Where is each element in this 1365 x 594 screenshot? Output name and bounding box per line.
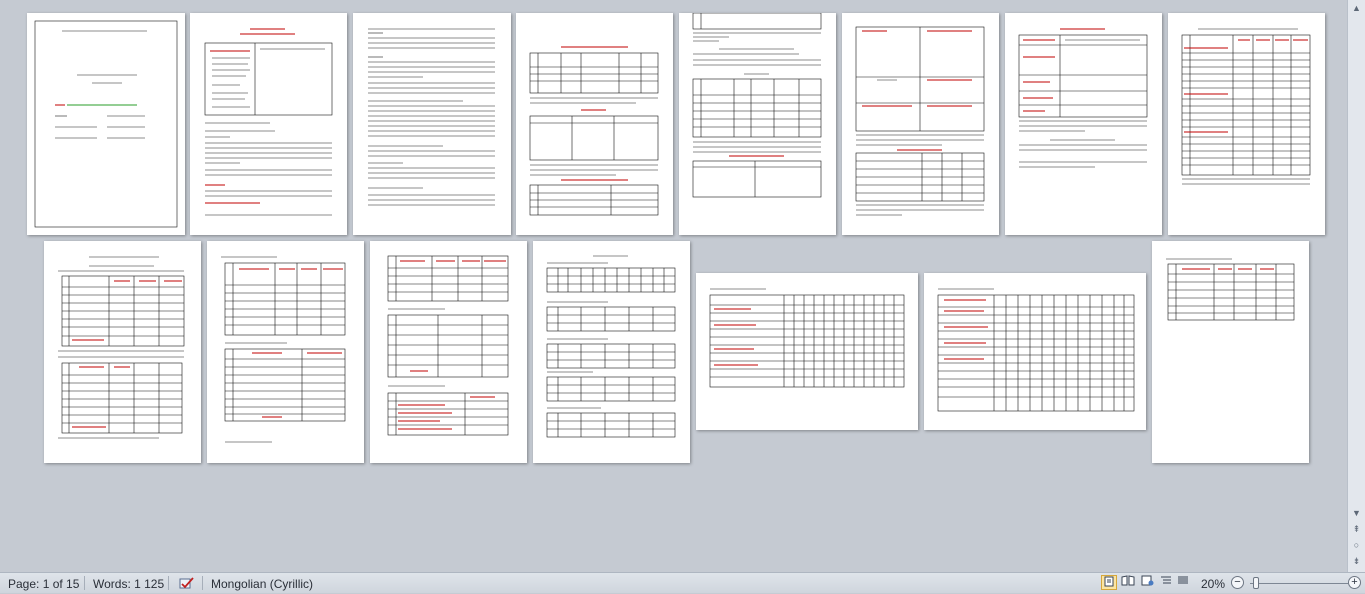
page-thumbnail-3[interactable] (353, 13, 511, 235)
page-thumbnail-15[interactable] (1152, 241, 1309, 463)
page-thumbnail-11[interactable] (370, 241, 527, 463)
vertical-scrollbar[interactable]: ▲ ▼ ⇞ ○ ⇟ (1347, 0, 1365, 572)
browse-previous-icon[interactable]: ⇞ (1350, 523, 1363, 536)
page-thumbnail-13[interactable] (696, 273, 918, 430)
zoom-in-button[interactable]: + (1348, 576, 1361, 589)
page-thumbnail-1[interactable] (27, 13, 185, 235)
page-thumbnail-7[interactable] (1005, 13, 1162, 235)
status-bar: Page: 1 of 15 Words: 1 125 Mongolian (Cy… (0, 572, 1365, 593)
zoom-out-button[interactable]: − (1231, 576, 1244, 589)
scroll-down-arrow-icon[interactable]: ▼ (1350, 507, 1363, 520)
page-thumbnail-4[interactable] (516, 13, 673, 235)
page-thumbnail-8[interactable] (1168, 13, 1325, 235)
scroll-up-arrow-icon[interactable]: ▲ (1350, 2, 1363, 15)
web-layout-icon[interactable] (1139, 575, 1155, 590)
page-thumbnail-9[interactable] (44, 241, 201, 463)
proofing-check-icon[interactable] (178, 576, 196, 592)
draft-icon[interactable] (1175, 575, 1191, 590)
page-thumbnail-10[interactable] (207, 241, 364, 463)
page-thumbnail-12[interactable] (533, 241, 690, 463)
page-count-indicator[interactable]: Page: 1 of 15 (8, 576, 79, 592)
language-indicator[interactable]: Mongolian (Cyrillic) (211, 576, 313, 592)
page-thumbnail-2[interactable] (190, 13, 347, 235)
page-thumbnail-5[interactable] (679, 13, 836, 235)
zoom-slider-thumb[interactable] (1253, 577, 1259, 589)
page-thumbnail-14[interactable] (924, 273, 1146, 430)
browse-next-icon[interactable]: ⇟ (1350, 555, 1363, 568)
outline-icon[interactable] (1158, 575, 1174, 590)
document-workspace[interactable] (0, 0, 1348, 572)
zoom-slider-track[interactable] (1250, 583, 1348, 584)
print-layout-icon[interactable] (1101, 575, 1117, 590)
zoom-level[interactable]: 20% (1201, 576, 1225, 592)
browse-object-icon[interactable]: ○ (1350, 539, 1363, 552)
word-count-indicator[interactable]: Words: 1 125 (93, 576, 164, 592)
full-screen-reading-icon[interactable] (1120, 575, 1136, 590)
page-thumbnail-6[interactable] (842, 13, 999, 235)
